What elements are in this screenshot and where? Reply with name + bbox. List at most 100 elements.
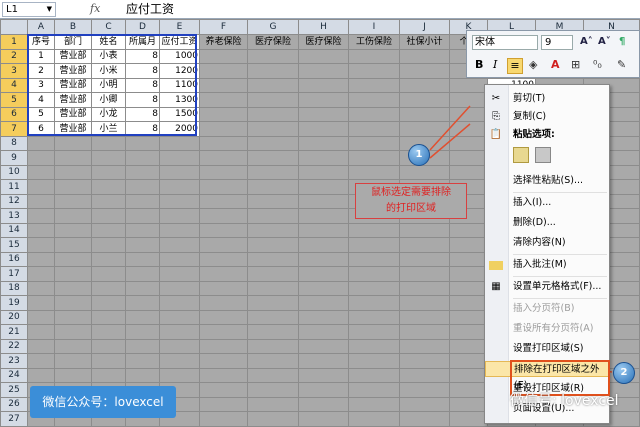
cell[interactable] (91, 280, 126, 296)
corner-cell[interactable] (0, 19, 28, 35)
cell[interactable] (125, 280, 160, 296)
cell[interactable] (125, 266, 160, 282)
cell[interactable] (449, 251, 488, 267)
row-header[interactable]: 21 (0, 324, 28, 340)
cell[interactable] (348, 222, 400, 238)
cell[interactable]: 1000 (159, 48, 200, 64)
cell[interactable] (449, 77, 488, 93)
menu-item-delete[interactable]: 删除(D)... (485, 215, 609, 231)
header-cell[interactable]: 部门 (54, 34, 92, 50)
cell[interactable] (199, 135, 248, 151)
cell[interactable] (199, 77, 248, 93)
row-header[interactable]: 12 (0, 193, 28, 209)
cell[interactable] (27, 280, 55, 296)
cell[interactable] (125, 353, 160, 369)
cell[interactable]: 小米 (91, 63, 126, 79)
row-header[interactable]: 26 (0, 396, 28, 412)
cell[interactable]: 营业部 (54, 121, 92, 137)
cell[interactable] (27, 324, 55, 340)
cell[interactable] (159, 295, 200, 311)
menu-item-clear[interactable]: 清除内容(N) (485, 235, 609, 251)
cell[interactable] (298, 251, 349, 267)
column-header[interactable]: J (399, 19, 450, 35)
cell[interactable] (125, 309, 160, 325)
cell[interactable] (54, 280, 92, 296)
cell[interactable] (27, 208, 55, 224)
header-cell[interactable]: 医疗保险 (298, 34, 349, 50)
cell[interactable] (247, 222, 299, 238)
menu-item-insert[interactable]: 插入(I)... (485, 195, 609, 211)
cell[interactable]: 8 (125, 121, 160, 137)
cell[interactable] (27, 367, 55, 383)
cell[interactable]: 营业部 (54, 48, 92, 64)
cell[interactable] (91, 179, 126, 195)
row-header[interactable]: 22 (0, 338, 28, 354)
cell[interactable]: 营业部 (54, 77, 92, 93)
cell[interactable] (199, 280, 248, 296)
borders-icon[interactable]: ⊞ (571, 58, 580, 72)
cell[interactable] (348, 338, 400, 354)
cell[interactable] (348, 48, 400, 64)
cell[interactable] (27, 179, 55, 195)
cell[interactable] (247, 164, 299, 180)
cell[interactable] (54, 251, 92, 267)
cell[interactable] (199, 338, 248, 354)
cell[interactable] (199, 193, 248, 209)
column-header[interactable]: D (125, 19, 160, 35)
menu-item-reset-page-breaks[interactable]: 重设所有分页符(A) (485, 321, 609, 337)
cell[interactable] (159, 208, 200, 224)
cell[interactable] (298, 237, 349, 253)
cell[interactable] (247, 77, 299, 93)
cell[interactable] (199, 266, 248, 282)
cell[interactable] (27, 338, 55, 354)
cell[interactable] (91, 150, 126, 166)
cell[interactable] (399, 324, 450, 340)
cell[interactable] (199, 48, 248, 64)
cell[interactable] (399, 63, 450, 79)
cell[interactable] (399, 121, 450, 137)
cell[interactable]: 营业部 (54, 63, 92, 79)
cell[interactable] (91, 367, 126, 383)
cell[interactable]: 小明 (91, 77, 126, 93)
cell[interactable] (91, 324, 126, 340)
cell[interactable] (348, 92, 400, 108)
cell[interactable] (54, 164, 92, 180)
cell[interactable] (348, 396, 400, 412)
cell[interactable] (298, 266, 349, 282)
cell[interactable] (54, 309, 92, 325)
cell[interactable] (199, 164, 248, 180)
cell[interactable] (247, 367, 299, 383)
cell[interactable] (449, 353, 488, 369)
row-header[interactable]: 8 (0, 135, 28, 151)
header-cell[interactable]: 序号 (27, 34, 55, 50)
cell[interactable]: 3 (27, 77, 55, 93)
cell[interactable] (298, 309, 349, 325)
cell[interactable] (298, 295, 349, 311)
cell[interactable] (399, 280, 450, 296)
cell[interactable] (159, 150, 200, 166)
cell[interactable] (298, 367, 349, 383)
cell[interactable] (247, 150, 299, 166)
cell[interactable] (54, 179, 92, 195)
cell[interactable] (54, 135, 92, 151)
cell[interactable] (399, 164, 450, 180)
cell[interactable] (247, 353, 299, 369)
center-align-icon[interactable]: ≡ (507, 58, 523, 74)
header-cell[interactable]: 社保小计 (399, 34, 450, 50)
row-header[interactable]: 5 (0, 92, 28, 108)
cell[interactable] (247, 63, 299, 79)
row-header[interactable]: 14 (0, 222, 28, 238)
cell[interactable]: 1 (27, 48, 55, 64)
cell[interactable] (449, 121, 488, 137)
cell[interactable] (348, 63, 400, 79)
cell[interactable] (54, 353, 92, 369)
cell[interactable] (449, 266, 488, 282)
cell[interactable] (247, 396, 299, 412)
cell[interactable] (199, 92, 248, 108)
column-header[interactable]: E (159, 19, 200, 35)
cell[interactable] (449, 164, 488, 180)
fill-color-icon[interactable]: ◈ (529, 58, 537, 72)
cell[interactable] (91, 295, 126, 311)
cell[interactable] (348, 121, 400, 137)
cell[interactable] (247, 295, 299, 311)
